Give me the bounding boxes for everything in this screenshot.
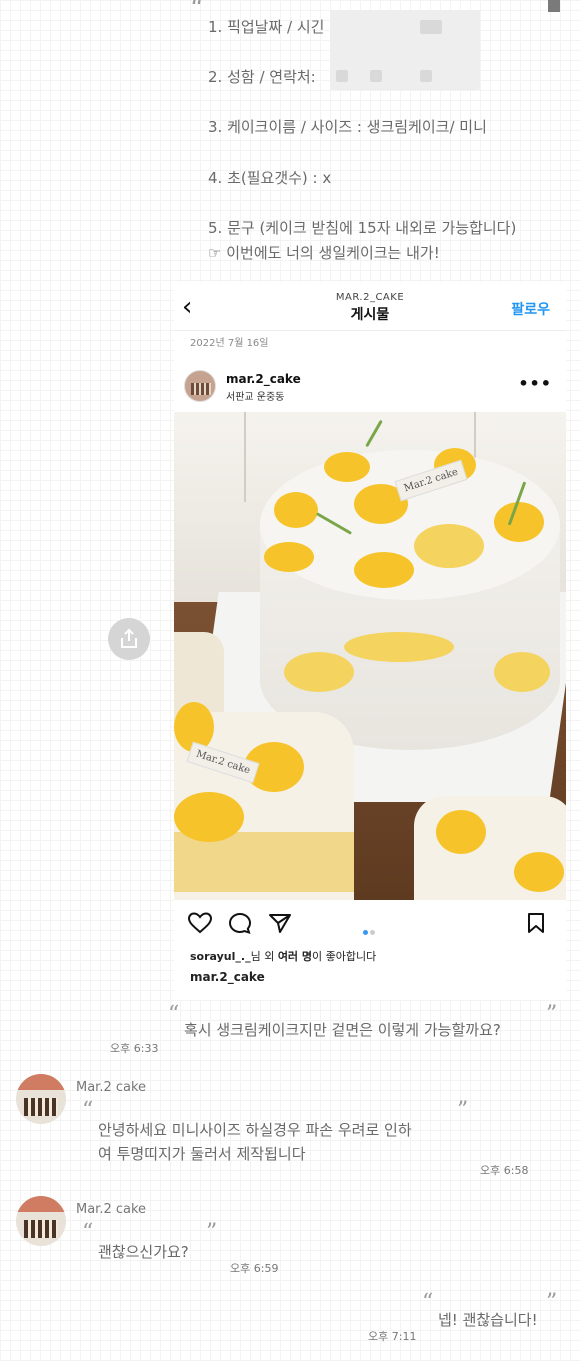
photo-lemon-smear bbox=[344, 632, 454, 662]
photo-lemon-smear bbox=[494, 652, 550, 692]
send-icon[interactable] bbox=[268, 912, 292, 934]
quote-open-mark: “ bbox=[82, 1098, 94, 1123]
likes-bold: 여러 명 bbox=[277, 950, 313, 963]
form-line-lettering: 5. 문구 (케이크 받침에 15자 내외로 가능합니다) bbox=[208, 219, 517, 237]
quote-open-mark: “ bbox=[168, 1002, 180, 1027]
chat-message-line: 여 투명띠지가 둘러서 제작됩니다 bbox=[98, 1145, 306, 1163]
post-header-title: 게시물 bbox=[350, 307, 390, 323]
post-location[interactable]: 서판교 운중동 bbox=[226, 388, 284, 403]
photo-lemon-slice bbox=[264, 542, 314, 572]
photo-wall-line bbox=[244, 412, 246, 502]
redacted-block bbox=[330, 10, 480, 90]
carousel-indicator bbox=[362, 920, 376, 939]
likes-text[interactable]: sorayul_._님 외 여러 명이 좋아합니다 bbox=[190, 948, 376, 964]
quote-close-mark: ” bbox=[546, 1290, 558, 1315]
carousel-dot-active bbox=[363, 930, 368, 935]
quote-open-mark: “ bbox=[422, 1290, 434, 1315]
chat-message-line: 안녕하세요 미니사이즈 하실경우 파손 우려로 인하 bbox=[98, 1121, 412, 1139]
heart-icon[interactable] bbox=[188, 912, 212, 934]
chat-message-text: 넵! 괜찮습니다! bbox=[438, 1311, 538, 1329]
redacted-block bbox=[336, 70, 348, 82]
carousel-dot bbox=[370, 930, 375, 935]
quote-close-mark: ” bbox=[457, 1098, 469, 1123]
quote-open-mark: “ bbox=[82, 1220, 94, 1245]
photo-lemon-slice bbox=[494, 502, 544, 542]
form-line-lettering-text: ☞ 이번에도 너의 생일케이크는 내가! bbox=[208, 244, 440, 262]
photo-lemon-slice bbox=[324, 452, 370, 482]
chat-sender-name: Mar.2 cake bbox=[76, 1202, 147, 1217]
post-date: 2022년 7월 16일 bbox=[190, 338, 269, 349]
post-account-name: MAR.2_CAKE bbox=[335, 292, 405, 303]
follow-button[interactable]: 팔로우 bbox=[511, 299, 550, 319]
chat-timestamp: 오후 6:59 bbox=[230, 1262, 279, 1275]
redacted-block bbox=[420, 70, 432, 82]
photo-lemon-slice bbox=[274, 492, 318, 528]
quote-close-mark: ” bbox=[546, 1002, 558, 1027]
form-line-name-contact: 2. 성함 / 연락처: bbox=[208, 68, 316, 86]
chat-message-text: 괜찮으신가요? bbox=[98, 1243, 189, 1261]
bookmark-icon[interactable] bbox=[526, 912, 546, 934]
likes-suffix: 이 좋아합니다 bbox=[312, 950, 377, 963]
chat-timestamp: 오후 6:33 bbox=[110, 1042, 159, 1055]
form-line-candles: 4. 초(필요갯수) : x bbox=[208, 169, 332, 187]
share-glyph bbox=[121, 628, 137, 648]
photo-lemon-slice bbox=[354, 552, 414, 588]
caption-username[interactable]: mar.2_cake bbox=[190, 970, 265, 984]
header-divider bbox=[174, 330, 566, 331]
avatar[interactable] bbox=[16, 1074, 66, 1124]
chat-timestamp: 오후 7:11 bbox=[368, 1330, 417, 1343]
redacted-block bbox=[370, 70, 382, 82]
chat-timestamp: 오후 6:58 bbox=[480, 1164, 529, 1177]
likes-mid: 님 외 bbox=[250, 950, 278, 963]
form-line-pickup: 1. 픽업날짜 / 시긴 bbox=[208, 18, 325, 36]
more-horizontal-icon[interactable]: ••• bbox=[518, 374, 552, 393]
photo-lemon-slice bbox=[514, 852, 564, 892]
corner-marker bbox=[548, 0, 560, 12]
chat-sender-name: Mar.2 cake bbox=[76, 1080, 147, 1095]
avatar[interactable] bbox=[16, 1196, 66, 1246]
comment-icon[interactable] bbox=[228, 912, 252, 934]
photo-lemon-smear bbox=[284, 652, 354, 692]
likes-user[interactable]: sorayul_._ bbox=[190, 950, 251, 963]
photo-lemon-slice bbox=[174, 792, 244, 842]
redacted-block bbox=[420, 20, 442, 34]
photo-lemon-slice bbox=[414, 524, 484, 568]
avatar[interactable] bbox=[184, 370, 216, 402]
share-icon[interactable] bbox=[108, 618, 150, 660]
cake-photo[interactable]: Mar.2 cake Mar.2 cake bbox=[174, 412, 566, 900]
quote-open-mark: “ bbox=[190, 0, 204, 24]
chat-message-text: 혹시 생크림케이크지만 겉면은 이렇게 가능할까요? bbox=[184, 1021, 501, 1039]
instagram-post-screenshot: ‹ MAR.2_CAKE 게시물 팔로우 2022년 7월 16일 mar.2_… bbox=[174, 282, 566, 1000]
form-line-cake-size: 3. 케이크이름 / 사이즈 : 생크림케이크/ 미니 bbox=[208, 118, 487, 136]
photo-lemon-slice bbox=[436, 810, 486, 854]
post-username[interactable]: mar.2_cake bbox=[226, 372, 301, 386]
quote-close-mark: ” bbox=[206, 1220, 218, 1245]
